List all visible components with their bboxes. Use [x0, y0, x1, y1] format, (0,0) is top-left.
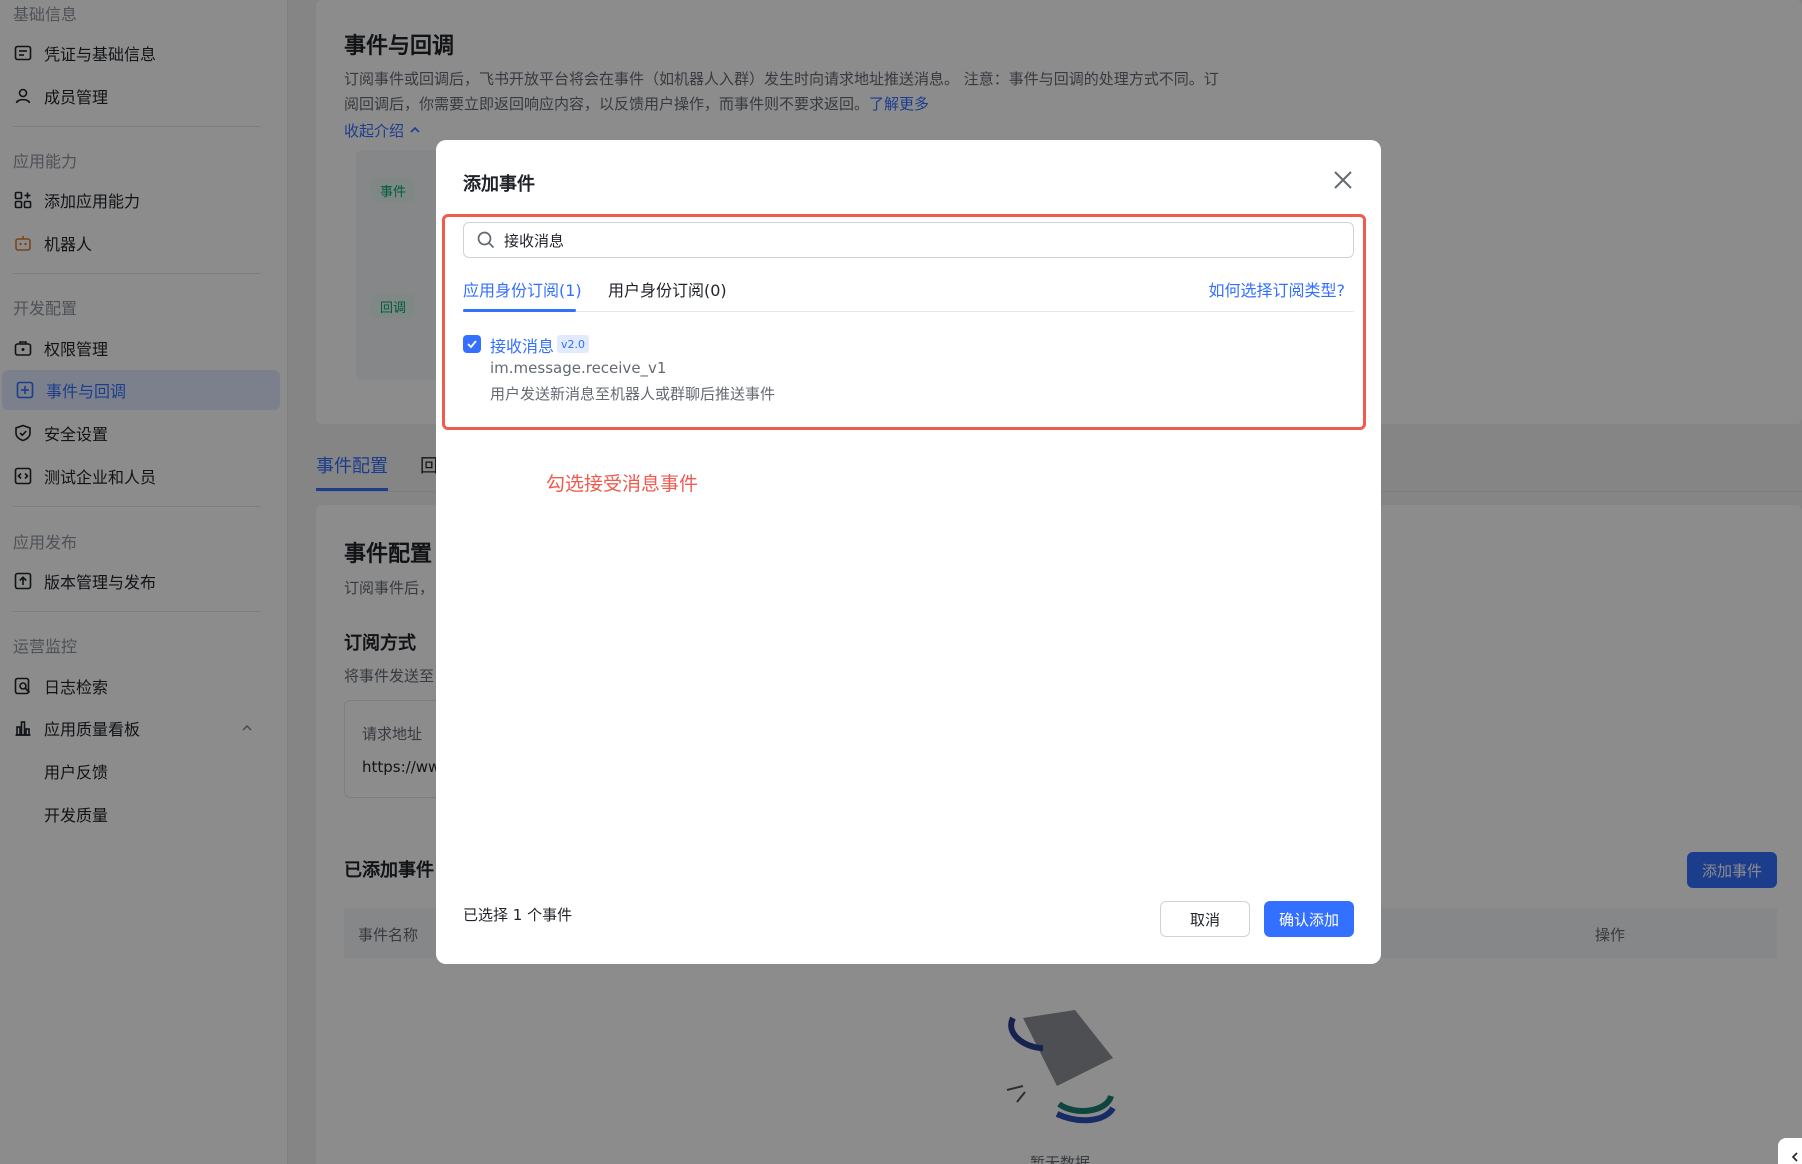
- corner-collapse-button[interactable]: [1778, 1138, 1802, 1164]
- confirm-add-button[interactable]: 确认添加: [1264, 901, 1354, 937]
- cancel-button[interactable]: 取消: [1160, 901, 1250, 937]
- close-icon[interactable]: [1331, 168, 1355, 192]
- annotation-text: 勾选接受消息事件: [546, 473, 699, 495]
- dialog-title: 添加事件: [463, 174, 535, 195]
- selected-count: 已选择 1 个事件: [463, 906, 573, 924]
- add-event-dialog: 添加事件 应用身份订阅(1) 用户身份订阅(0) 如何选择订阅类型? 接收消息 …: [436, 140, 1381, 964]
- chevron-left-icon: [1791, 1152, 1798, 1162]
- annotation-highlight-box: [442, 214, 1366, 430]
